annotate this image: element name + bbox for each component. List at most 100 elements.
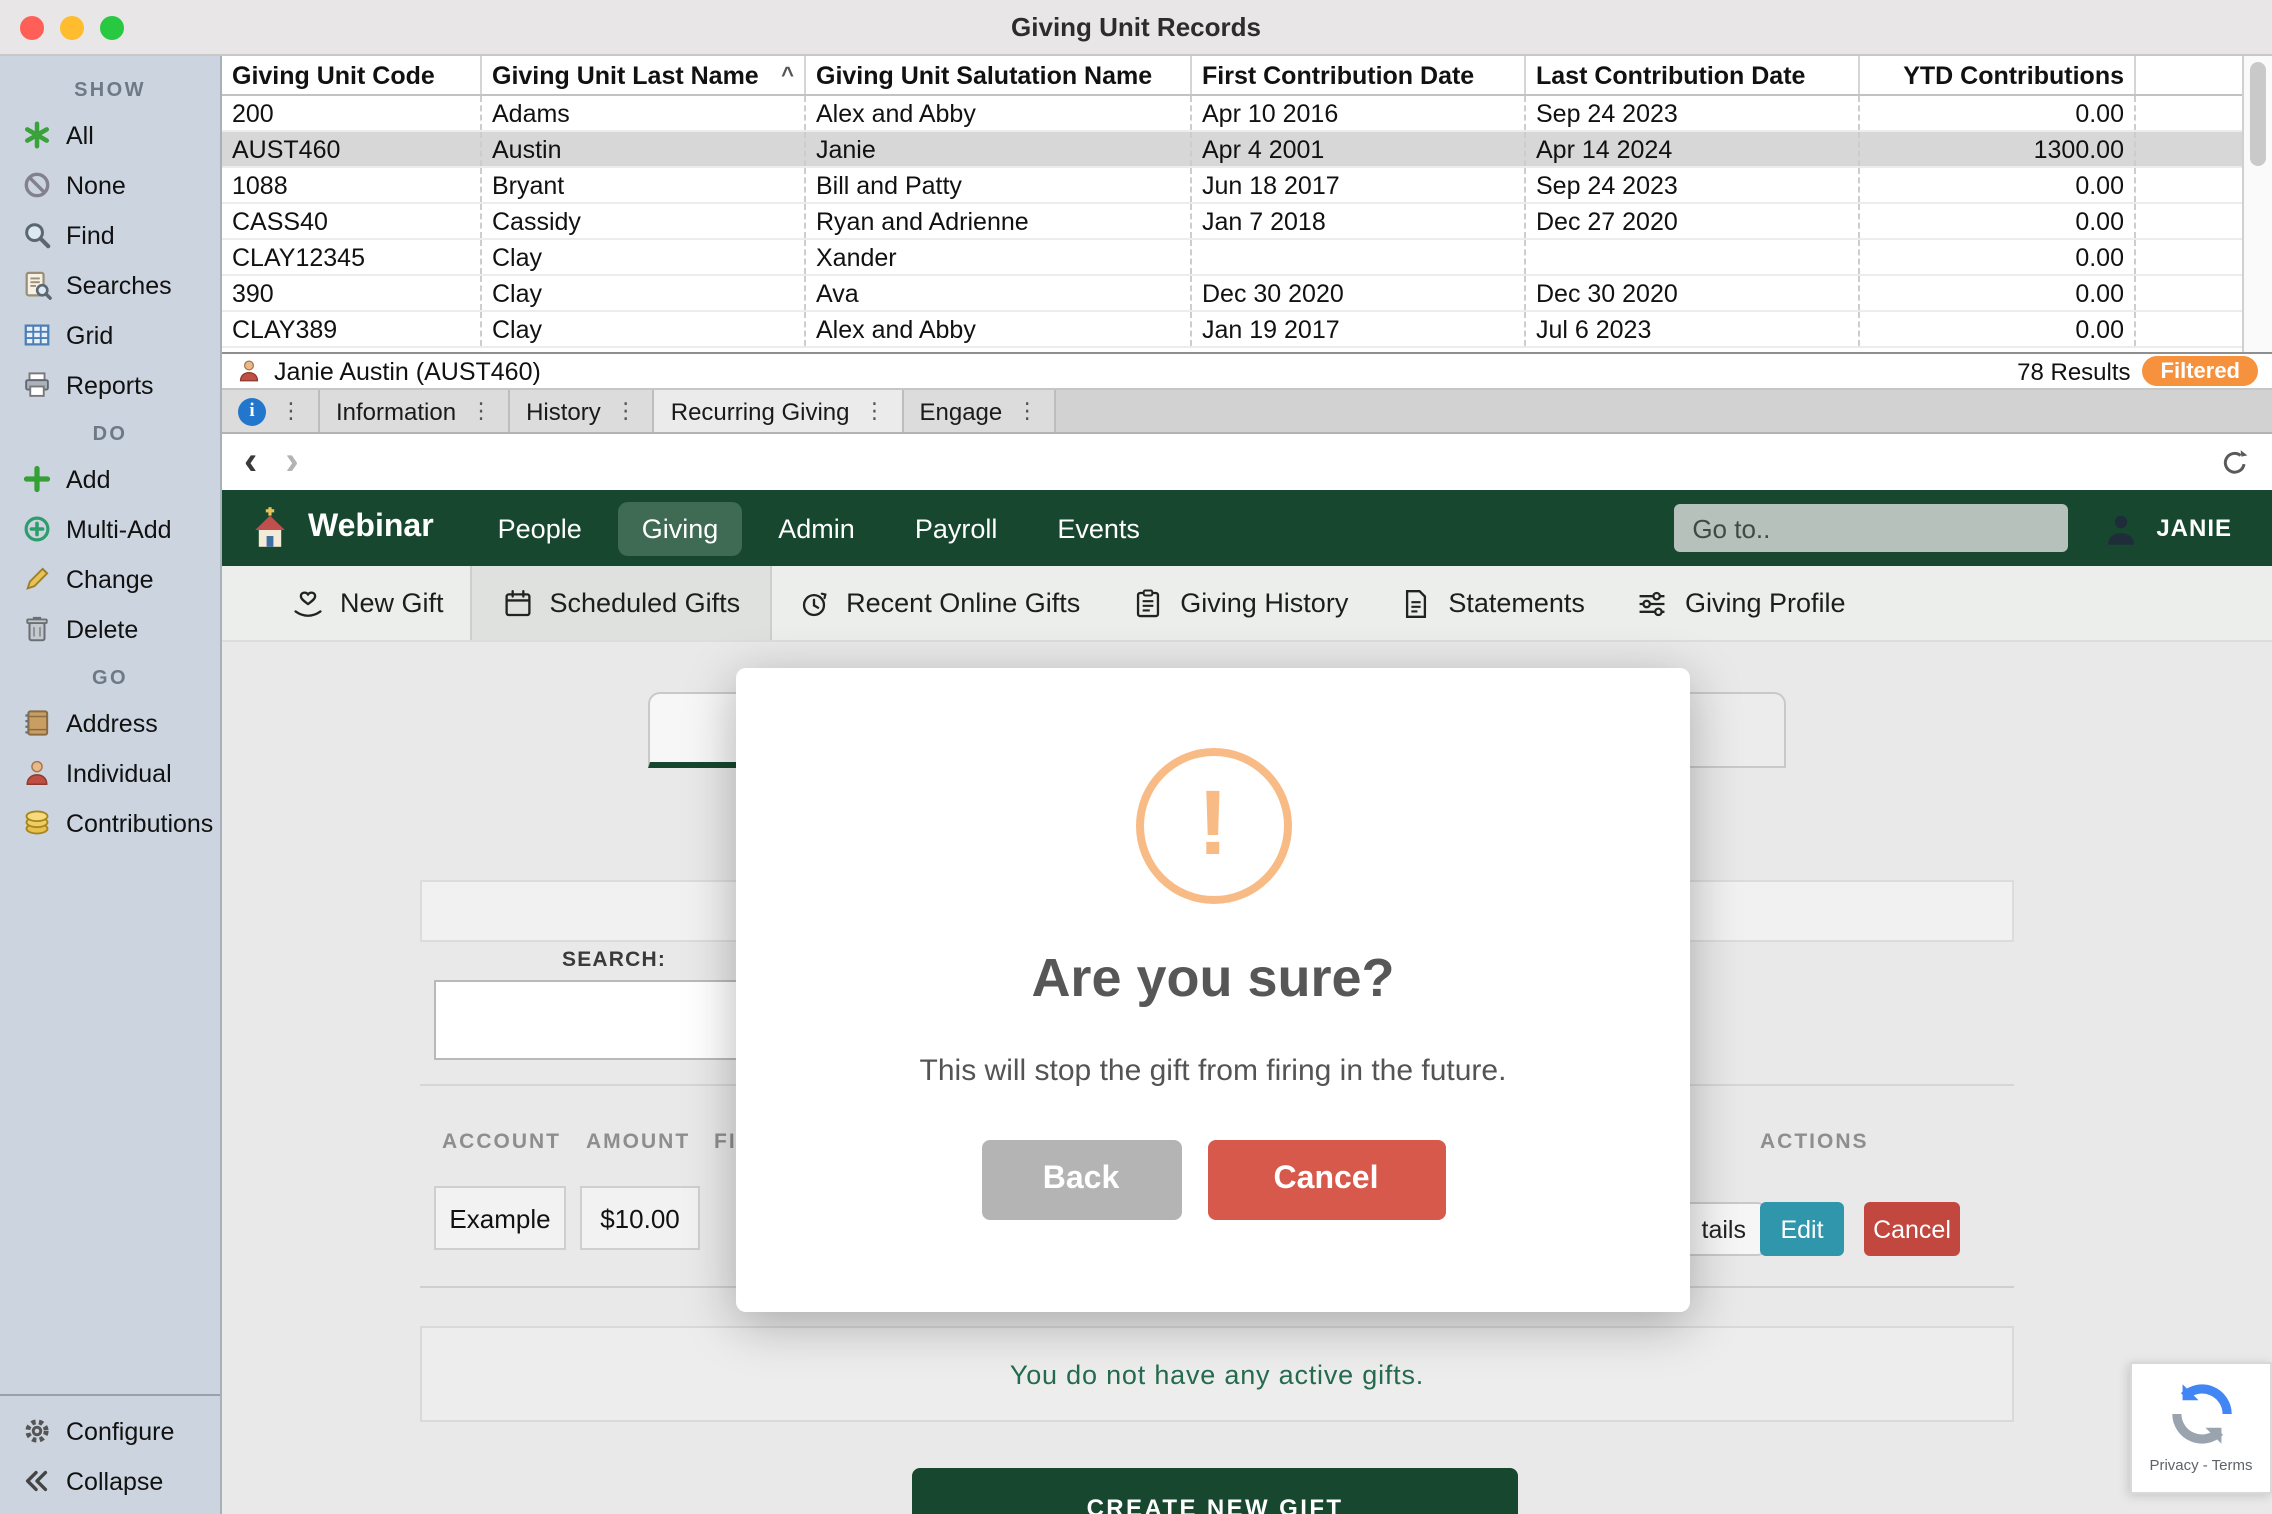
nav-row: ‹ ›: [222, 434, 2272, 490]
records-scrollbar[interactable]: [2242, 56, 2272, 352]
sidebar-item-none[interactable]: None: [0, 160, 220, 210]
tab-engage[interactable]: Engage⋮: [904, 390, 1057, 432]
column-header-first-contribution-date[interactable]: First Contribution Date: [1192, 56, 1526, 94]
goto-input[interactable]: [1674, 504, 2068, 552]
table-row[interactable]: 200AdamsAlex and AbbyApr 10 2016Sep 24 2…: [222, 96, 2272, 132]
cancel-gift-row-button[interactable]: Cancel: [1864, 1202, 1960, 1256]
subnav-item-statements[interactable]: Statements: [1374, 566, 1611, 640]
subnav-item-label: Statements: [1448, 588, 1585, 618]
forward-arrow-icon[interactable]: ›: [285, 442, 298, 482]
column-header-last-contribution-date[interactable]: Last Contribution Date: [1526, 56, 1860, 94]
sidebar-item-label: Contributions: [66, 809, 213, 837]
table-row[interactable]: 1088BryantBill and PattyJun 18 2017Sep 2…: [222, 168, 2272, 204]
sidebar-item-contributions[interactable]: Contributions: [0, 798, 220, 848]
column-header-ytd-contributions[interactable]: YTD Contributions: [1860, 56, 2136, 94]
webapp-subnav: New GiftScheduled GiftsRecent Online Gif…: [222, 566, 2272, 642]
back-arrow-icon[interactable]: ‹: [244, 442, 257, 482]
table-row[interactable]: CLAY389ClayAlex and AbbyJan 19 2017Jul 6…: [222, 312, 2272, 348]
sidebar-item-individual[interactable]: Individual: [0, 748, 220, 798]
cell-salutation: Bill and Patty: [806, 168, 1192, 202]
statement-icon: [1400, 587, 1432, 619]
subnav-item-new-gift[interactable]: New Gift: [266, 566, 470, 640]
cell-first-date: Jun 18 2017: [1192, 168, 1526, 202]
table-row[interactable]: CLAY12345ClayXander0.00: [222, 240, 2272, 276]
records-body: 200AdamsAlex and AbbyApr 10 2016Sep 24 2…: [222, 96, 2272, 348]
sidebar-item-find[interactable]: Find: [0, 210, 220, 260]
sidebar-item-reports[interactable]: Reports: [0, 360, 220, 410]
cell-code: AUST460: [222, 132, 482, 166]
tab-menu-dots-icon[interactable]: ⋮: [615, 398, 637, 424]
multi-add-icon: [22, 514, 52, 544]
sidebar-item-grid[interactable]: Grid: [0, 310, 220, 360]
cell-first-date: Apr 10 2016: [1192, 96, 1526, 130]
sidebar-item-all[interactable]: All: [0, 110, 220, 160]
nav-item-events[interactable]: Events: [1033, 501, 1164, 555]
sidebar-item-label: Find: [66, 221, 115, 249]
cell-ytd: 0.00: [1860, 312, 2136, 346]
sidebar-footer: ConfigureCollapse: [0, 1394, 220, 1514]
sidebar-item-collapse[interactable]: Collapse: [0, 1456, 220, 1506]
subnav-item-recent-online-gifts[interactable]: Recent Online Gifts: [772, 566, 1106, 640]
trash-icon: [22, 614, 52, 644]
cell-last-date: Dec 27 2020: [1526, 204, 1860, 238]
subnav-item-giving-profile[interactable]: Giving Profile: [1611, 566, 1872, 640]
record-bar: Janie Austin (AUST460) 78 Results Filter…: [222, 352, 2272, 390]
empty-gifts-message: You do not have any active gifts.: [420, 1326, 2014, 1422]
table-row[interactable]: 390ClayAvaDec 30 2020Dec 30 20200.00: [222, 276, 2272, 312]
filtered-badge[interactable]: Filtered: [2143, 356, 2258, 386]
sidebar-item-label: None: [66, 171, 126, 199]
close-window-button[interactable]: [20, 15, 44, 39]
column-header-label: YTD Contributions: [1903, 61, 2124, 89]
subnav-item-giving-history[interactable]: Giving History: [1106, 566, 1374, 640]
nav-item-admin[interactable]: Admin: [754, 501, 879, 555]
nav-item-people[interactable]: People: [474, 501, 606, 555]
traffic-lights: [20, 15, 124, 39]
sort-caret-icon: ^: [781, 63, 794, 87]
table-row[interactable]: CASS40CassidyRyan and AdrienneJan 7 2018…: [222, 204, 2272, 240]
sidebar-item-address[interactable]: Address: [0, 698, 220, 748]
cell-last-date: [1526, 240, 1860, 274]
tab-information[interactable]: Information ⋮: [320, 390, 510, 432]
exclamation-mark-icon: !: [1198, 767, 1229, 875]
column-header-amount: AMOUNT: [586, 1130, 690, 1154]
cancel-button[interactable]: Cancel: [1207, 1140, 1445, 1220]
record-title: Janie Austin (AUST460): [274, 357, 541, 385]
gift-account-cell: Example: [434, 1186, 566, 1250]
sidebar-item-searches[interactable]: Searches: [0, 260, 220, 310]
tab-menu-dots-icon[interactable]: ⋮: [470, 398, 492, 424]
recaptcha-terms[interactable]: Privacy - Terms: [2149, 1456, 2252, 1474]
person-icon: [22, 758, 52, 788]
tab-menu-dots-icon[interactable]: ⋮: [864, 398, 886, 424]
edit-button[interactable]: Edit: [1760, 1202, 1844, 1256]
sidebar-item-delete[interactable]: Delete: [0, 604, 220, 654]
recaptcha-badge[interactable]: Privacy - Terms: [2130, 1362, 2272, 1494]
collapse-icon: [22, 1466, 52, 1496]
nav-item-giving[interactable]: Giving: [618, 501, 743, 555]
cell-ytd: 0.00: [1860, 168, 2136, 202]
sidebar-item-change[interactable]: Change: [0, 554, 220, 604]
tab-recurring-giving[interactable]: Recurring Giving⋮: [655, 390, 904, 432]
nav-item-payroll[interactable]: Payroll: [891, 501, 1022, 555]
column-header-giving-unit-last-name[interactable]: Giving Unit Last Name^: [482, 56, 806, 94]
tab-bar-filler: [1056, 390, 2272, 432]
search-label: SEARCH:: [562, 948, 666, 972]
sidebar-item-configure[interactable]: Configure: [0, 1406, 220, 1456]
zoom-window-button[interactable]: [100, 15, 124, 39]
back-button[interactable]: Back: [981, 1140, 1181, 1220]
tab-menu-dots-icon[interactable]: ⋮: [1016, 398, 1038, 424]
create-new-gift-button[interactable]: CREATE NEW GIFT: [912, 1468, 1518, 1514]
user-menu[interactable]: JANIE: [2100, 507, 2232, 549]
refresh-icon[interactable]: [2220, 447, 2250, 477]
column-header-giving-unit-salutation-name[interactable]: Giving Unit Salutation Name: [806, 56, 1192, 94]
table-row[interactable]: AUST460AustinJanieApr 4 2001Apr 14 20241…: [222, 132, 2272, 168]
plus-icon: [22, 464, 52, 494]
tab-label: Information: [336, 397, 456, 425]
tab-menu-dots-icon[interactable]: ⋮: [280, 398, 302, 424]
subnav-item-scheduled-gifts[interactable]: Scheduled Gifts: [470, 566, 773, 640]
minimize-window-button[interactable]: [60, 15, 84, 39]
tab-history[interactable]: History⋮: [510, 390, 655, 432]
sidebar-item-add[interactable]: Add: [0, 454, 220, 504]
info-tab[interactable]: i ⋮: [222, 390, 320, 432]
sidebar-item-multi-add[interactable]: Multi-Add: [0, 504, 220, 554]
column-header-giving-unit-code[interactable]: Giving Unit Code: [222, 56, 482, 94]
